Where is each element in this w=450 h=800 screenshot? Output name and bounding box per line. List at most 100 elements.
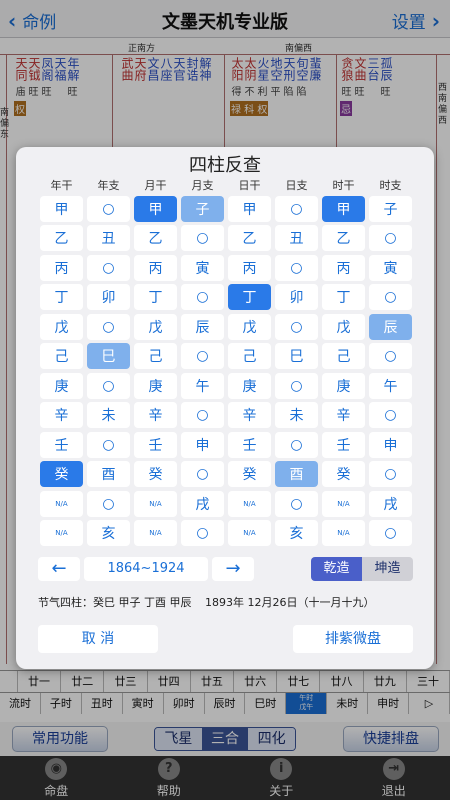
- pillar-cell-hour-branch[interactable]: 午: [369, 372, 412, 399]
- pillar-cell-day-branch[interactable]: ○: [275, 490, 318, 517]
- pillar-cell-hour-stem[interactable]: 己: [322, 343, 365, 369]
- pillar-cell-year-branch[interactable]: ○: [87, 313, 130, 340]
- pillar-cell-hour-branch[interactable]: ○: [369, 343, 412, 369]
- pillar-cell-day-branch[interactable]: ○: [275, 372, 318, 399]
- pillar-cell-month-branch[interactable]: ○: [181, 225, 224, 251]
- pillar-cell-month-stem[interactable]: 庚: [134, 372, 177, 399]
- pillar-cell-day-branch[interactable]: 丑: [275, 225, 318, 251]
- pillar-cell-year-branch[interactable]: 丑: [87, 225, 130, 251]
- pillar-cell-month-stem[interactable]: 戊: [134, 313, 177, 340]
- pillar-cell-hour-stem[interactable]: 甲: [322, 195, 365, 222]
- pillar-cell-hour-branch[interactable]: 戌: [369, 490, 412, 517]
- pillar-cell-month-stem[interactable]: 壬: [134, 431, 177, 458]
- pillar-cell-year-stem[interactable]: 己: [40, 343, 83, 369]
- pillar-cell-day-branch[interactable]: 未: [275, 402, 318, 428]
- pillar-cell-month-stem[interactable]: 甲: [134, 195, 177, 222]
- pillar-cell-hour-branch[interactable]: ○: [369, 461, 412, 487]
- pillar-cell-hour-branch[interactable]: 寅: [369, 254, 412, 281]
- pillar-cell-hour-stem[interactable]: 乙: [322, 225, 365, 251]
- pillar-cell-hour-stem[interactable]: 辛: [322, 402, 365, 428]
- pillar-cell-month-stem[interactable]: N/A: [134, 520, 177, 546]
- range-prev-button[interactable]: ←: [38, 557, 80, 581]
- pillar-cell-day-branch[interactable]: ○: [275, 195, 318, 222]
- pillar-cell-day-branch[interactable]: ○: [275, 313, 318, 340]
- pillar-cell-year-branch[interactable]: 酉: [87, 461, 130, 487]
- pillar-cell-month-branch[interactable]: ○: [181, 284, 224, 310]
- pillar-cell-hour-branch[interactable]: 子: [369, 195, 412, 222]
- pillar-cell-year-branch[interactable]: 亥: [87, 520, 130, 546]
- pillar-cell-hour-branch[interactable]: ○: [369, 284, 412, 310]
- pillar-cell-year-stem[interactable]: 辛: [40, 402, 83, 428]
- range-next-button[interactable]: →: [212, 557, 254, 581]
- pillar-cell-year-stem[interactable]: 丁: [40, 284, 83, 310]
- pillar-cell-year-stem[interactable]: 甲: [40, 195, 83, 222]
- pillar-cell-day-stem[interactable]: 乙: [228, 225, 271, 251]
- pillar-cell-day-branch[interactable]: 卯: [275, 284, 318, 310]
- pillar-cell-hour-branch[interactable]: 申: [369, 431, 412, 458]
- pillar-cell-hour-branch[interactable]: 辰: [369, 313, 412, 340]
- pillar-cell-year-branch[interactable]: 未: [87, 402, 130, 428]
- pillar-cell-month-stem[interactable]: 癸: [134, 461, 177, 487]
- pillar-cell-day-branch[interactable]: 酉: [275, 461, 318, 487]
- pillar-cell-year-branch[interactable]: ○: [87, 431, 130, 458]
- gender-female-option[interactable]: 坤造: [362, 557, 413, 581]
- pillar-cell-hour-stem[interactable]: 壬: [322, 431, 365, 458]
- pillar-cell-day-stem[interactable]: 癸: [228, 461, 271, 487]
- pillar-cell-month-branch[interactable]: 子: [181, 195, 224, 222]
- pillar-cell-month-branch[interactable]: ○: [181, 520, 224, 546]
- pillar-cell-hour-branch[interactable]: ○: [369, 402, 412, 428]
- pillar-cell-hour-stem[interactable]: 丙: [322, 254, 365, 281]
- pillar-cell-month-stem[interactable]: 己: [134, 343, 177, 369]
- pillar-cell-day-branch[interactable]: ○: [275, 431, 318, 458]
- pillar-cell-month-branch[interactable]: 寅: [181, 254, 224, 281]
- pillar-cell-month-branch[interactable]: 午: [181, 372, 224, 399]
- pillar-cell-month-branch[interactable]: 申: [181, 431, 224, 458]
- pillar-cell-hour-stem[interactable]: 庚: [322, 372, 365, 399]
- pillar-cell-day-branch[interactable]: 巳: [275, 343, 318, 369]
- pillar-cell-day-stem[interactable]: 己: [228, 343, 271, 369]
- pillar-cell-month-stem[interactable]: 丙: [134, 254, 177, 281]
- pillar-cell-month-branch[interactable]: ○: [181, 402, 224, 428]
- pillar-cell-year-stem[interactable]: 癸: [40, 461, 83, 487]
- pillar-cell-year-stem[interactable]: 庚: [40, 372, 83, 399]
- pillar-cell-year-branch[interactable]: 卯: [87, 284, 130, 310]
- pillar-cell-year-stem[interactable]: 戊: [40, 313, 83, 340]
- cancel-button[interactable]: 取 消: [38, 625, 158, 653]
- gender-male-option[interactable]: 乾造: [311, 557, 362, 581]
- pillar-cell-year-stem[interactable]: N/A: [40, 520, 83, 546]
- generate-chart-button[interactable]: 排紫微盘: [293, 625, 413, 653]
- pillar-cell-day-stem[interactable]: 丙: [228, 254, 271, 281]
- pillar-cell-hour-branch[interactable]: ○: [369, 225, 412, 251]
- pillar-cell-month-stem[interactable]: N/A: [134, 490, 177, 517]
- pillar-cell-month-branch[interactable]: 戌: [181, 490, 224, 517]
- pillar-cell-year-branch[interactable]: ○: [87, 490, 130, 517]
- pillar-cell-day-branch[interactable]: ○: [275, 254, 318, 281]
- pillar-cell-year-branch[interactable]: ○: [87, 372, 130, 399]
- pillar-cell-year-branch[interactable]: ○: [87, 195, 130, 222]
- pillar-cell-month-branch[interactable]: 辰: [181, 313, 224, 340]
- pillar-cell-day-stem[interactable]: 甲: [228, 195, 271, 222]
- pillar-cell-day-stem[interactable]: N/A: [228, 490, 271, 517]
- pillar-cell-month-stem[interactable]: 丁: [134, 284, 177, 310]
- pillar-cell-year-stem[interactable]: N/A: [40, 490, 83, 517]
- pillar-cell-year-stem[interactable]: 壬: [40, 431, 83, 458]
- pillar-cell-hour-stem[interactable]: 戊: [322, 313, 365, 340]
- pillar-cell-day-stem[interactable]: 戊: [228, 313, 271, 340]
- pillar-cell-year-stem[interactable]: 乙: [40, 225, 83, 251]
- pillar-cell-month-branch[interactable]: ○: [181, 461, 224, 487]
- pillar-cell-day-stem[interactable]: 辛: [228, 402, 271, 428]
- pillar-cell-hour-stem[interactable]: 癸: [322, 461, 365, 487]
- pillar-cell-day-branch[interactable]: 亥: [275, 520, 318, 546]
- pillar-cell-year-stem[interactable]: 丙: [40, 254, 83, 281]
- pillar-cell-day-stem[interactable]: N/A: [228, 520, 271, 546]
- pillar-cell-month-stem[interactable]: 辛: [134, 402, 177, 428]
- pillar-cell-year-branch[interactable]: ○: [87, 254, 130, 281]
- pillar-cell-day-stem[interactable]: 壬: [228, 431, 271, 458]
- pillar-cell-year-branch[interactable]: 巳: [87, 343, 130, 369]
- pillar-cell-day-stem[interactable]: 庚: [228, 372, 271, 399]
- pillar-cell-month-stem[interactable]: 乙: [134, 225, 177, 251]
- pillar-cell-hour-branch[interactable]: ○: [369, 520, 412, 546]
- pillar-cell-hour-stem[interactable]: 丁: [322, 284, 365, 310]
- pillar-cell-hour-stem[interactable]: N/A: [322, 520, 365, 546]
- pillar-cell-day-stem[interactable]: 丁: [228, 284, 271, 310]
